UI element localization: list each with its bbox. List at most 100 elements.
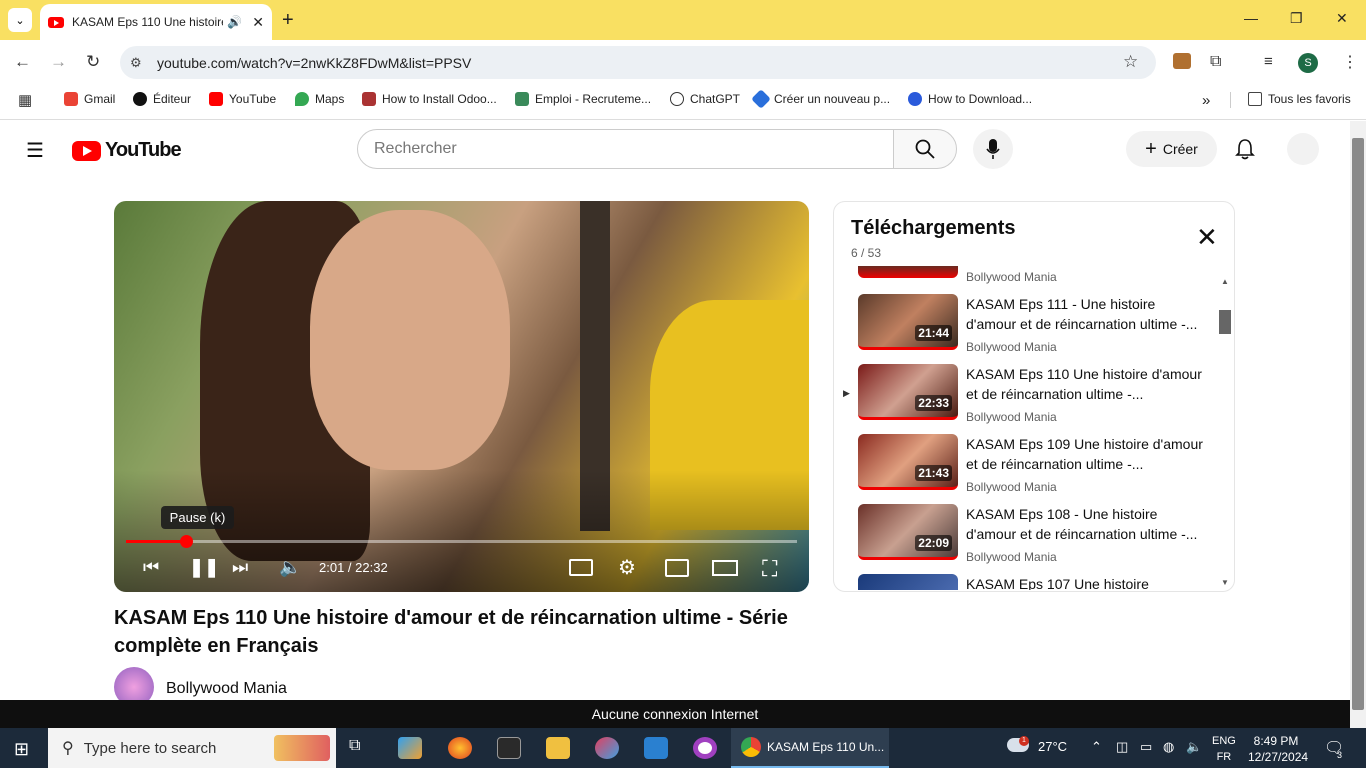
browser-tab-active[interactable]: KASAM Eps 110 Une histoire d'amour 🔊 ✕ [40,4,272,40]
speaker-icon[interactable]: 🔊 [227,15,242,29]
partial-thumbnail[interactable] [858,266,958,278]
playlist-item[interactable]: 21:43 KASAM Eps 109 Une histoire d'amour… [843,434,1213,504]
theater-mode-icon[interactable] [712,560,738,576]
playlist-item-current[interactable]: ▶ 22:33 KASAM Eps 110 Une histoire d'amo… [843,364,1213,434]
restore-icon[interactable]: ❐ [1290,10,1303,27]
channel-name[interactable]: Bollywood Mania [166,680,287,698]
taskbar-search[interactable]: ⚲ Type here to search [48,728,336,768]
reload-icon[interactable]: ↻ [86,52,100,72]
playlist-item-title[interactable]: KASAM Eps 109 Une histoire d'amour et de… [966,434,1206,474]
extension-icon[interactable] [1173,53,1191,69]
bookmark-gmail[interactable]: Gmail [64,92,115,106]
progress-bar[interactable] [126,540,797,543]
youtube-play-logo-icon [72,140,101,161]
playlist-item-title[interactable]: KASAM Eps 110 Une histoire d'amour et de… [966,364,1206,404]
create-button[interactable]: + Créer [1126,131,1217,167]
firefox-icon[interactable] [448,737,472,759]
microphone-icon [986,139,1000,159]
speaker-tray-icon[interactable]: 🔈 [1186,739,1202,755]
fullscreen-icon[interactable]: ⛶ [762,556,777,582]
settings-gear-icon[interactable]: ⚙ [618,555,636,580]
hamburger-menu-icon[interactable]: ☰ [26,138,44,163]
time-display: 2:01 / 22:32 [319,560,388,575]
new-tab-button[interactable]: + [282,9,294,32]
chrome-taskbar-button[interactable]: KASAM Eps 110 Un... [731,728,889,768]
search-button[interactable] [893,129,957,169]
video-thumbnail[interactable]: 21:44 [858,294,958,350]
playlist-scroll-down-icon[interactable]: ▼ [1221,578,1229,587]
file-explorer-icon[interactable] [546,737,570,759]
windows-start-icon[interactable]: ⊞ [14,739,29,760]
task-view-icon[interactable]: ⧉ [349,737,373,759]
clock[interactable]: 8:49 PM 12/27/2024 [1248,733,1308,765]
youtube-logo[interactable]: YouTube [72,139,182,162]
bookmark-emploi[interactable]: Emploi - Recruteme... [515,92,651,106]
close-tab-icon[interactable]: ✕ [252,14,264,31]
pause-icon[interactable]: ❚❚ [189,557,219,578]
search-icon: ⚲ [62,740,74,757]
url-text[interactable]: youtube.com/watch?v=2nwKkZ8FDwM&list=PPS… [157,55,471,71]
search-input[interactable]: Rechercher [357,129,894,169]
media-control-icon[interactable]: ≡ [1264,53,1273,70]
close-playlist-icon[interactable]: ✕ [1196,224,1218,250]
bookmark-editeur[interactable]: Éditeur [133,92,191,106]
video-thumbnail[interactable] [858,574,958,590]
copilot-icon[interactable] [398,737,422,759]
bookmark-youtube[interactable]: YouTube [209,92,276,106]
forward-icon[interactable]: → [50,52,67,72]
tab-search-button[interactable]: ⌄ [8,8,32,32]
playlist-item[interactable]: 21:44 KASAM Eps 111 - Une histoire d'amo… [843,294,1213,364]
close-window-icon[interactable]: ✕ [1336,10,1348,27]
back-icon[interactable]: ← [14,52,31,72]
playlist-item[interactable]: KASAM Eps 107 Une histoire [843,574,1213,590]
playlist-item-channel: Bollywood Mania [966,410,1057,424]
minimize-icon[interactable]: — [1244,10,1258,26]
profile-avatar[interactable]: S [1298,53,1318,73]
all-bookmarks-folder[interactable]: Tous les favoris [1248,92,1351,106]
account-avatar[interactable] [1287,133,1319,165]
playlist-scrollbar[interactable] [1219,310,1231,334]
offline-status-bar: Aucune connexion Internet [0,700,1350,728]
notifications-bell-icon[interactable] [1235,138,1255,165]
battery-icon[interactable]: ▭ [1140,739,1152,755]
media-app-icon[interactable] [693,737,717,759]
playlist-title[interactable]: Téléchargements [851,217,1016,240]
calendar-app-icon[interactable] [497,737,521,759]
video-thumbnail[interactable]: 21:43 [858,434,958,490]
playlist-item-title[interactable]: KASAM Eps 107 Une histoire [966,574,1206,590]
bookmark-creer[interactable]: Créer un nouveau p... [751,89,890,109]
apps-grid-icon[interactable]: ▦ [18,91,32,109]
paint-app-icon[interactable] [595,737,619,759]
bookmark-download[interactable]: How to Download... [908,92,1032,106]
more-bookmarks-button[interactable]: » [1202,92,1210,109]
video-thumbnail[interactable]: 22:09 [858,504,958,560]
bookmark-odoo[interactable]: How to Install Odoo... [362,92,497,106]
site-info-icon[interactable]: ⚙ [130,55,142,71]
playlist-item[interactable]: 22:09 KASAM Eps 108 - Une histoire d'amo… [843,504,1213,574]
bookmark-star-icon[interactable]: ☆ [1123,52,1138,72]
subtitles-icon[interactable] [569,559,593,576]
volume-icon[interactable]: 🔈 [279,557,301,578]
tray-chevron-up-icon[interactable]: ⌃ [1091,739,1102,755]
tab-title: KASAM Eps 110 Une histoire d'amour [72,15,223,29]
playlist-item-title[interactable]: KASAM Eps 108 - Une histoire d'amour et … [966,504,1206,544]
video-thumbnail[interactable]: 22:33 [858,364,958,420]
network-globe-icon[interactable]: ◍ [1163,739,1174,755]
progress-scrubber[interactable] [180,535,193,548]
bookmark-maps[interactable]: Maps [295,92,344,106]
page-scrollbar-thumb[interactable] [1352,138,1364,710]
playlist-scroll-up-icon[interactable]: ▲ [1221,277,1229,286]
playlist-item-title[interactable]: KASAM Eps 111 - Une histoire d'amour et … [966,294,1206,334]
youtube-favicon-icon [48,16,64,28]
puzzle-icon[interactable]: ⧉ [1210,53,1221,71]
bookmark-chatgpt[interactable]: ChatGPT [670,92,740,106]
voice-search-button[interactable] [973,129,1013,169]
miniplayer-icon[interactable] [665,559,689,577]
next-icon[interactable]: ⏭ [232,557,248,578]
previous-icon[interactable]: ⏮ [143,557,159,578]
temperature-text[interactable]: 27°C [1038,739,1067,754]
vscode-icon[interactable] [644,737,668,759]
input-language[interactable]: ENG FR [1212,733,1236,765]
menu-kebab-icon[interactable]: ⋮ [1342,52,1358,72]
tray-app-icon[interactable]: ◫ [1116,739,1128,755]
